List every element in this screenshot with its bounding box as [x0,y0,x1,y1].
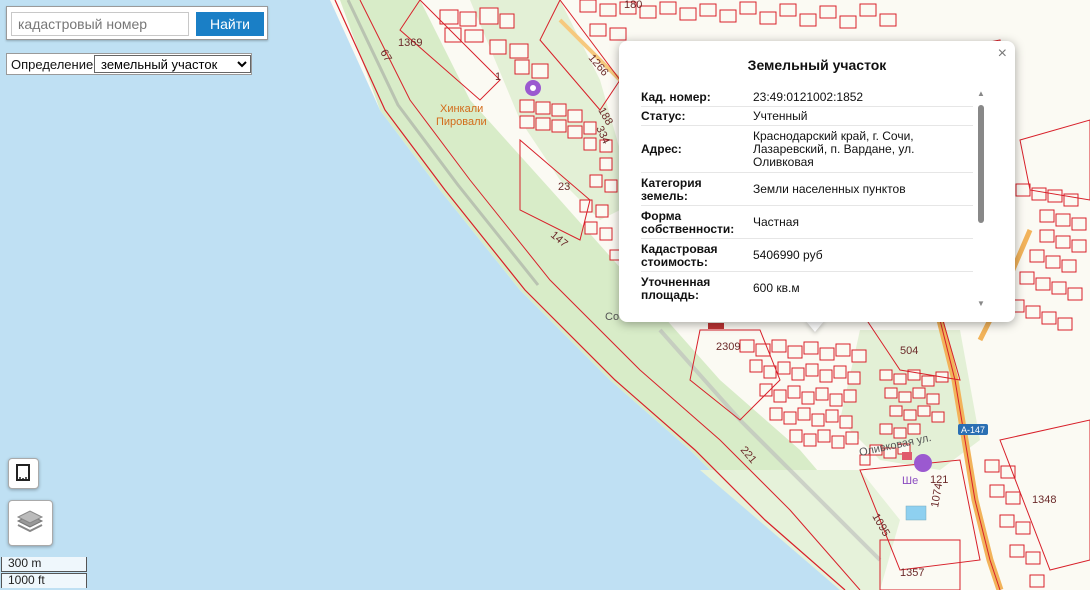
road-a147-label: А-147 [961,425,985,435]
info-value: Частная [753,205,973,239]
parcel-label: 1369 [398,37,422,49]
info-value: Земли населенных пунктов [753,172,973,206]
scale-metric: 300 m [1,557,87,572]
table-row: Уточненная площадь: 600 кв.м [641,271,973,304]
search-button[interactable]: Найти [196,12,264,36]
coast-label: Со [605,311,619,323]
parcel-label: 2309 [716,341,740,353]
scroll-up-icon[interactable]: ▲ [977,89,985,98]
scroll-down-icon[interactable]: ▼ [977,299,985,308]
table-row: Кад. номер: 23:49:0121002:1852 [641,87,973,107]
table-row: Форма собственности: Частная [641,205,973,239]
info-value: 5406990 руб [753,238,973,272]
info-key: Адрес: [641,125,753,173]
sport-poi-icon [914,454,932,472]
popup-info-table[interactable]: Кад. номер: 23:49:0121002:1852 Статус: У… [641,87,973,304]
info-key: Статус: [641,106,753,126]
parcel-label: 23 [558,181,570,193]
info-value: Краснодарский край, г. Сочи, Лазаревский… [753,125,973,173]
info-key: Кад. номер: [641,87,753,107]
popup-scrollbar[interactable]: ▲ ▼ [977,89,985,308]
popup-title: Земельный участок [747,57,887,73]
info-value: 23:49:0121002:1852 [753,87,973,107]
table-row: Адрес: Краснодарский край, г. Сочи, Лаза… [641,125,973,173]
layers-icon [16,510,44,533]
parcel-label: 1357 [900,567,924,579]
parcel-label: 1 [495,71,501,83]
parcel-label: 180 [624,0,642,11]
measure-button[interactable] [8,458,39,489]
table-row: Категория земель: Земли населенных пункт… [641,172,973,206]
poi-label: Хинкали [440,103,483,115]
parcel-label: 504 [900,345,918,357]
definition-label: Определение: [11,57,97,72]
poi-label: Ше [902,475,918,487]
ruler-icon [16,464,30,481]
table-row: Кадастровая стоимость: 5406990 руб [641,238,973,272]
definition-select[interactable]: земельный участок [94,55,251,73]
parcel-label: 121 [930,474,948,486]
info-key: Форма собственности: [641,205,753,239]
info-key: Категория земель: [641,172,753,206]
search-panel: Найти [6,6,268,40]
info-value: Учтенный [753,106,973,126]
scroll-thumb[interactable] [978,105,984,223]
info-value: 600 кв.м [753,271,973,304]
parcel-label: 1348 [1032,494,1056,506]
poi-label: Пировали [436,116,487,128]
scale-bar: 300 m 1000 ft [1,557,88,590]
layers-button[interactable] [8,500,53,546]
info-key: Кадастровая стоимость: [641,238,753,272]
cadastral-search-input[interactable] [11,12,189,36]
table-row: Статус: Учтенный [641,106,973,126]
definition-panel: Определение: земельный участок [6,53,252,75]
info-key: Уточненная площадь: [641,271,753,304]
parcel-info-popup: × Земельный участок Кад. номер: 23:49:01… [619,41,1015,322]
scale-imperial: 1000 ft [1,573,87,588]
